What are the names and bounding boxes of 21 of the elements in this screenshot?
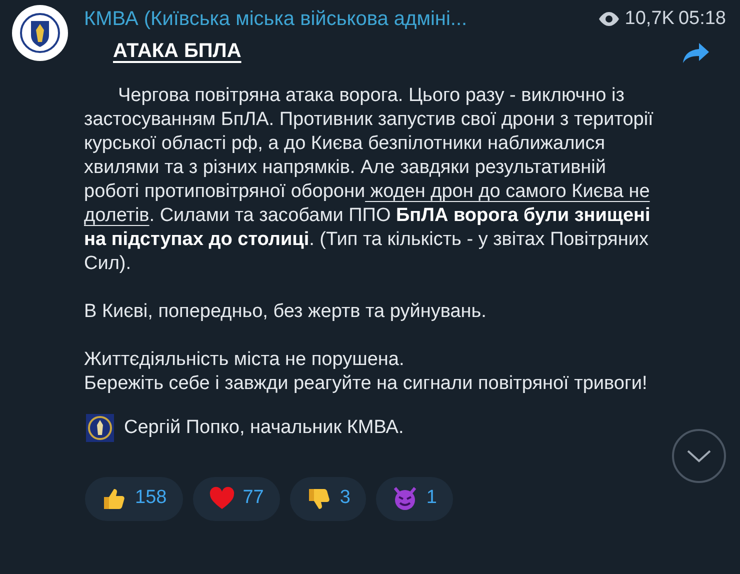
chevron-down-icon <box>686 448 712 462</box>
message-text: Життєдіяльність міста не порушена. <box>84 348 406 372</box>
devil-face-icon <box>392 486 418 512</box>
reaction-button[interactable]: 1 <box>376 476 453 520</box>
post-title: АТАКА БПЛА <box>113 39 242 64</box>
heart-icon <box>208 486 235 512</box>
signature-text: Сергій Попко, начальник КМВА. <box>124 416 404 440</box>
eye-icon <box>596 11 621 27</box>
post-time: 05:18 <box>678 6 726 31</box>
emblem-avatar-icon[interactable] <box>12 5 68 61</box>
message-text: Бережіть себе і завжди реагуйте на сигнали повітряної тривоги! <box>84 372 648 396</box>
scroll-down-button[interactable] <box>672 428 726 482</box>
channel-name[interactable]: КМВА (Київська міська військова адміні... <box>84 4 468 34</box>
emblem-icon <box>86 414 114 442</box>
message-text: В Києві, попередньо, без жертв та руйнувань. <box>84 300 488 324</box>
view-count: 10,7K <box>624 6 674 31</box>
reaction-button[interactable]: 3 <box>290 476 366 520</box>
message-paragraph: Чергова повітряна атака ворога. Цього разу - виключно із застосуванням БпЛА. Противник запустив свої дрони з території курської області рф, а до Києва безпілотники наближалися хвилями та з різних напрямків. Але завдяки результативній роботі протиповітряної оборони жоден дрон до самого Києва не долетів. Силами та засобами ППО БпЛА ворога були знищені на підступах до столиці. (Тип та кількість - у звітах Повітряних Сил). <box>84 84 654 276</box>
share-arrow-icon[interactable] <box>682 42 710 64</box>
reaction-button[interactable]: 158 <box>85 476 183 520</box>
reaction-button[interactable]: 77 <box>192 476 280 520</box>
